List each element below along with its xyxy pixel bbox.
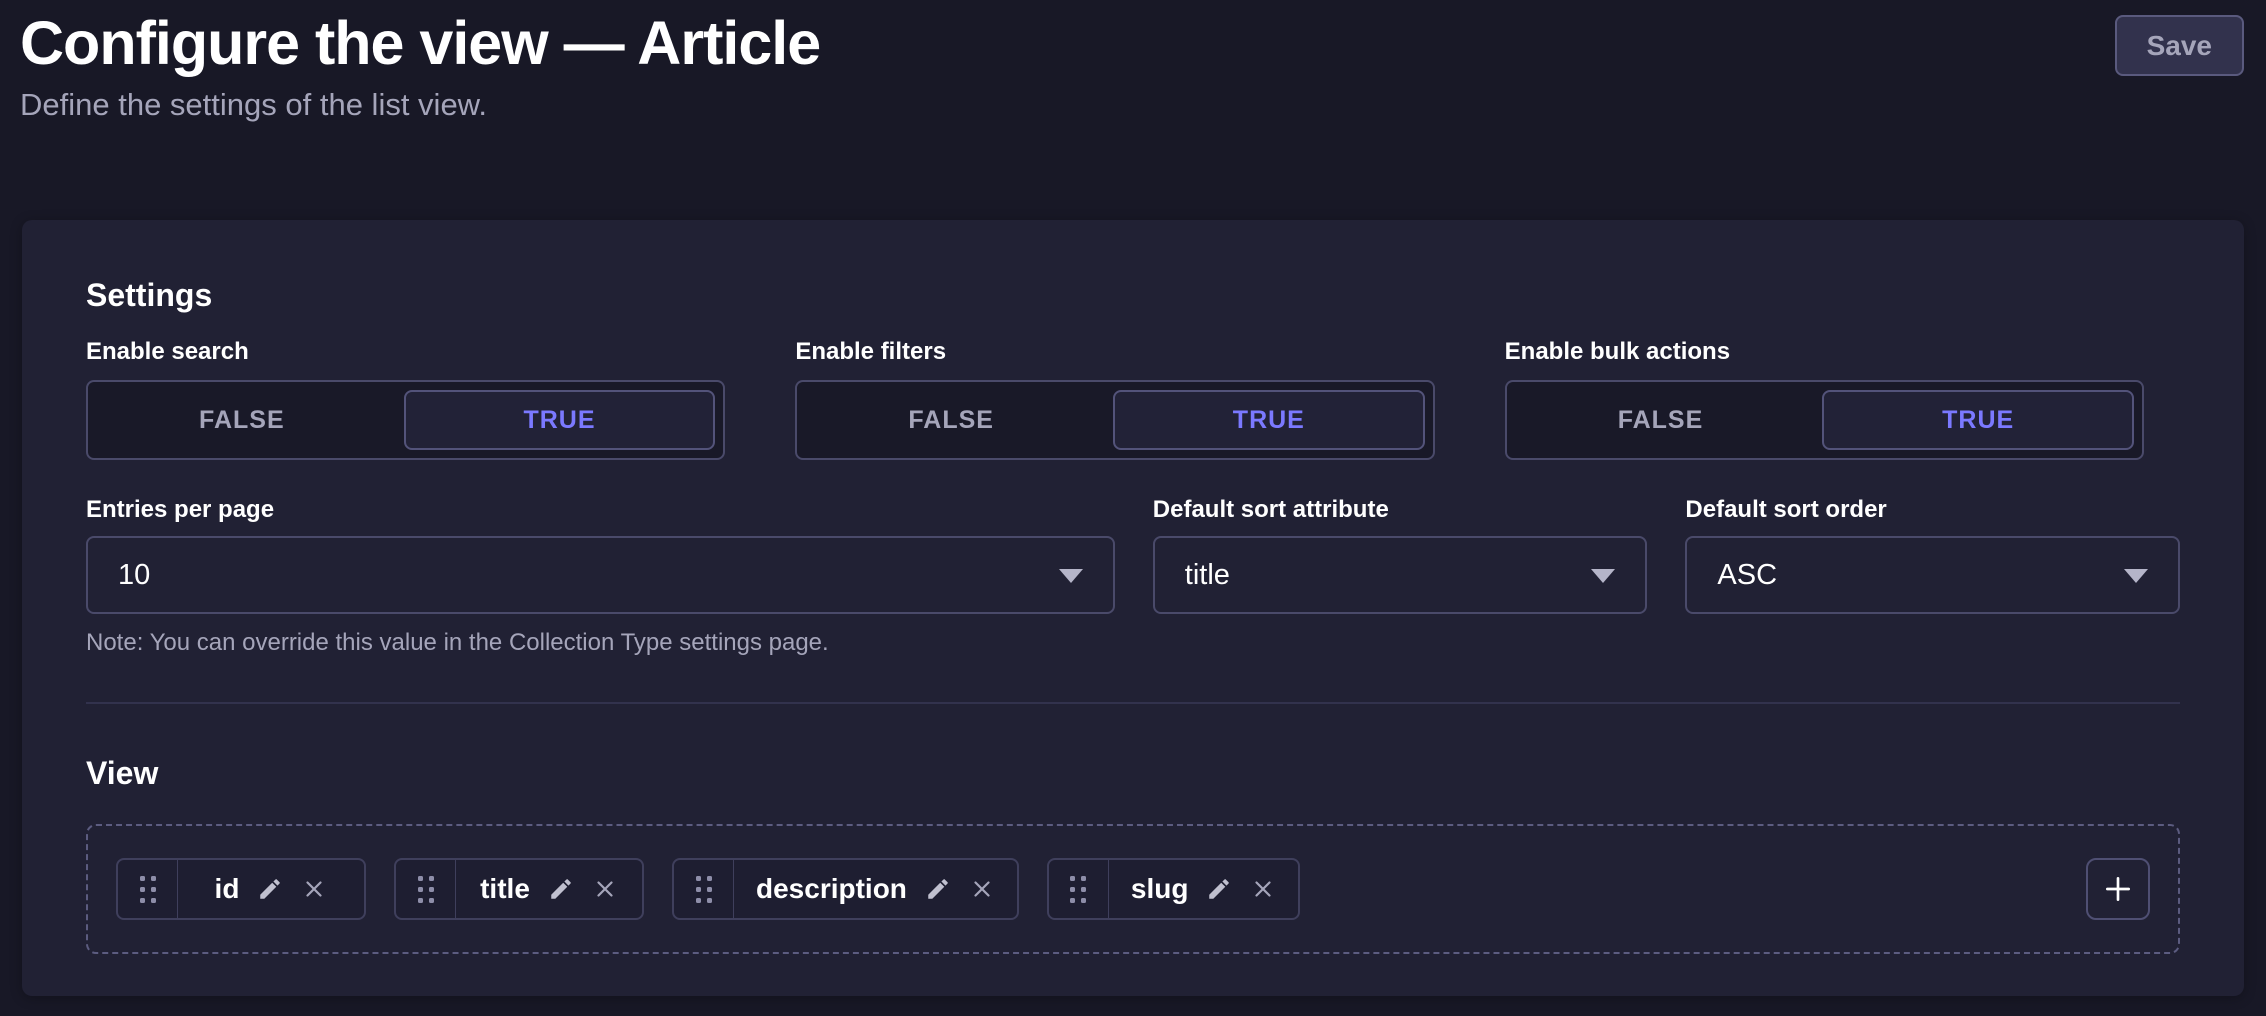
page-title: Configure the view — Article bbox=[20, 10, 2244, 76]
close-icon[interactable] bbox=[592, 876, 618, 902]
entries-per-page-note: Note: You can override this value in the… bbox=[86, 628, 1115, 658]
page-header: Configure the view — Article Define the … bbox=[0, 0, 2266, 124]
close-icon[interactable] bbox=[1250, 876, 1276, 902]
enable-search-label: Enable search bbox=[86, 338, 725, 366]
field-chip[interactable]: description bbox=[672, 858, 1019, 920]
toggle-option-false[interactable]: FALSE bbox=[797, 382, 1105, 458]
plus-icon bbox=[2102, 873, 2134, 905]
field-default-sort-attribute: Default sort attribute title bbox=[1153, 496, 1648, 658]
enable-bulk-actions-toggle[interactable]: FALSE TRUE bbox=[1505, 380, 2144, 460]
field-default-sort-order: Default sort order ASC bbox=[1685, 496, 2180, 658]
default-sort-order-select[interactable]: ASC bbox=[1685, 536, 2180, 614]
default-sort-attribute-value: title bbox=[1185, 559, 1230, 592]
field-chip[interactable]: title bbox=[394, 858, 644, 920]
pencil-icon[interactable] bbox=[257, 876, 283, 902]
field-entries-per-page: Entries per page 10 Note: You can overri… bbox=[86, 496, 1115, 658]
settings-card: Settings Enable search FALSE TRUE Enable… bbox=[22, 220, 2244, 996]
toggle-option-true[interactable]: TRUE bbox=[404, 390, 716, 450]
toggle-row: Enable search FALSE TRUE Enable filters … bbox=[86, 338, 2144, 460]
caret-down-icon bbox=[2124, 569, 2148, 583]
field-chip-label: id bbox=[215, 873, 240, 905]
default-sort-order-label: Default sort order bbox=[1685, 496, 2180, 524]
close-icon[interactable] bbox=[969, 876, 995, 902]
drag-handle-icon[interactable] bbox=[674, 860, 734, 918]
add-field-button[interactable] bbox=[2086, 858, 2150, 920]
field-chip[interactable]: id bbox=[116, 858, 366, 920]
drag-handle-icon[interactable] bbox=[118, 860, 178, 918]
drag-handle-icon[interactable] bbox=[1049, 860, 1109, 918]
enable-bulk-actions-label: Enable bulk actions bbox=[1505, 338, 2144, 366]
entries-per-page-select[interactable]: 10 bbox=[86, 536, 1115, 614]
field-enable-bulk-actions: Enable bulk actions FALSE TRUE bbox=[1505, 338, 2144, 460]
settings-heading: Settings bbox=[86, 276, 2180, 314]
save-button[interactable]: Save bbox=[2115, 15, 2244, 76]
entries-per-page-value: 10 bbox=[118, 559, 150, 592]
toggle-option-false[interactable]: FALSE bbox=[88, 382, 396, 458]
default-sort-attribute-label: Default sort attribute bbox=[1153, 496, 1648, 524]
pencil-icon[interactable] bbox=[548, 876, 574, 902]
enable-search-toggle[interactable]: FALSE TRUE bbox=[86, 380, 725, 460]
toggle-option-false[interactable]: FALSE bbox=[1507, 382, 1815, 458]
toggle-option-true[interactable]: TRUE bbox=[1113, 390, 1425, 450]
view-fields-dropzone: id title bbox=[86, 824, 2180, 954]
close-icon[interactable] bbox=[301, 876, 327, 902]
pencil-icon[interactable] bbox=[925, 876, 951, 902]
enable-filters-toggle[interactable]: FALSE TRUE bbox=[795, 380, 1434, 460]
select-row: Entries per page 10 Note: You can overri… bbox=[86, 496, 2180, 658]
field-chip-label: slug bbox=[1131, 873, 1189, 905]
view-heading: View bbox=[86, 754, 2180, 792]
enable-filters-label: Enable filters bbox=[795, 338, 1434, 366]
field-chip[interactable]: slug bbox=[1047, 858, 1301, 920]
section-divider bbox=[86, 702, 2180, 704]
caret-down-icon bbox=[1591, 569, 1615, 583]
entries-per-page-label: Entries per page bbox=[86, 496, 1115, 524]
drag-handle-icon[interactable] bbox=[396, 860, 456, 918]
field-enable-search: Enable search FALSE TRUE bbox=[86, 338, 725, 460]
caret-down-icon bbox=[1059, 569, 1083, 583]
field-chip-label: title bbox=[480, 873, 530, 905]
pencil-icon[interactable] bbox=[1206, 876, 1232, 902]
default-sort-attribute-select[interactable]: title bbox=[1153, 536, 1648, 614]
field-enable-filters: Enable filters FALSE TRUE bbox=[795, 338, 1434, 460]
default-sort-order-value: ASC bbox=[1717, 559, 1777, 592]
toggle-option-true[interactable]: TRUE bbox=[1822, 390, 2134, 450]
field-chip-label: description bbox=[756, 873, 907, 905]
page-subtitle: Define the settings of the list view. bbox=[20, 86, 2244, 124]
